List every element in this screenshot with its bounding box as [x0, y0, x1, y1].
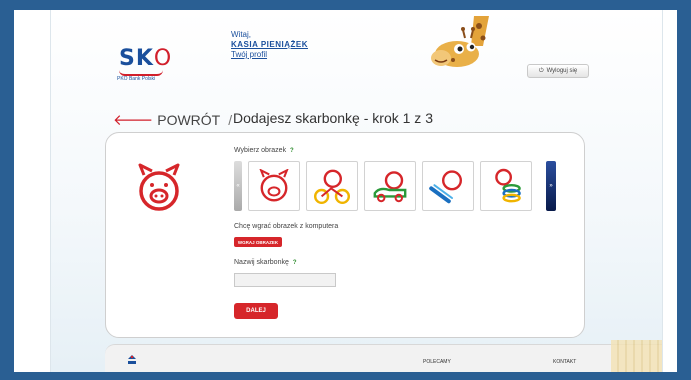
greeting-text: Witaj, — [231, 30, 251, 39]
pig-car-icon — [373, 171, 407, 203]
help-icon[interactable]: ? — [290, 148, 300, 155]
thumbnail-pig-stack[interactable] — [480, 161, 532, 211]
name-label-text: Nazwij skarbonkę — [234, 259, 289, 266]
power-icon: ⏻ — [538, 67, 544, 74]
selected-pig-icon — [138, 163, 180, 211]
upload-label: Chcę wgrać obrazek z komputera — [234, 223, 339, 230]
back-arrow-icon: 🡐 — [113, 112, 154, 129]
choose-image-text: Wybierz obrazek — [234, 147, 287, 154]
logout-label: Wyloguj się — [546, 68, 578, 74]
thumbnail-pig-car[interactable] — [364, 161, 416, 211]
back-link[interactable]: 🡐 POWRÓT / — [113, 110, 233, 130]
help-icon[interactable]: ? — [293, 260, 303, 267]
thumbnail-pig[interactable] — [248, 161, 300, 211]
footer-decoration — [611, 340, 662, 372]
logout-button[interactable]: ⏻ Wyloguj się — [527, 64, 589, 78]
pig-skateboard-icon — [429, 170, 462, 204]
logo-subtitle: PKO Bank Polski — [117, 76, 156, 82]
page: SKO PKO Bank Polski Witaj, KASIA PIENIĄŻ… — [50, 10, 663, 372]
next-button[interactable]: DALEJ — [234, 303, 278, 319]
pig-stack-icon — [495, 168, 521, 203]
footer-contact-link[interactable]: KONTAKT — [553, 359, 576, 365]
thumbnail-pig-skateboard[interactable] — [422, 161, 474, 211]
piggybank-name-input[interactable] — [234, 273, 336, 287]
footer: POLECAMY KONTAKT — [105, 344, 662, 372]
image-carousel: « » — [234, 161, 556, 211]
logo-text: SKO — [119, 46, 173, 71]
sko-logo[interactable]: SKO PKO Bank Polski — [113, 46, 183, 90]
profile-link[interactable]: Twój profil — [231, 50, 308, 60]
user-name-link[interactable]: KASIA PIENIĄŻEK — [231, 40, 308, 50]
footer-recommend-link[interactable]: POLECAMY — [423, 359, 451, 365]
bank-icon — [128, 355, 136, 364]
screenshot-frame: SKO PKO Bank Polski Witaj, KASIA PIENIĄŻ… — [14, 10, 677, 372]
choose-image-label: Wybierz obrazek ? — [234, 147, 300, 155]
greeting-block: Witaj, KASIA PIENIĄŻEK Twój profil — [231, 30, 308, 60]
pig-icon — [259, 169, 289, 202]
upload-image-button[interactable]: WGRAJ OBRAZEK — [234, 237, 282, 247]
page-title: Dodajesz skarbonkę - krok 1 z 3 — [233, 110, 433, 126]
carousel-prev-button[interactable]: « — [234, 161, 242, 211]
giraffe-mascot-icon — [431, 16, 489, 67]
back-label: POWRÓT — [157, 111, 221, 128]
breadcrumb-separator: / — [228, 111, 233, 128]
thumbnail-pig-bike[interactable] — [306, 161, 358, 211]
name-label: Nazwij skarbonkę ? — [234, 259, 303, 267]
pig-bike-icon — [314, 169, 350, 204]
carousel-next-button[interactable]: » — [546, 161, 556, 211]
form-panel: Wybierz obrazek ? « » Chcę wgrać obrazek… — [105, 132, 585, 338]
